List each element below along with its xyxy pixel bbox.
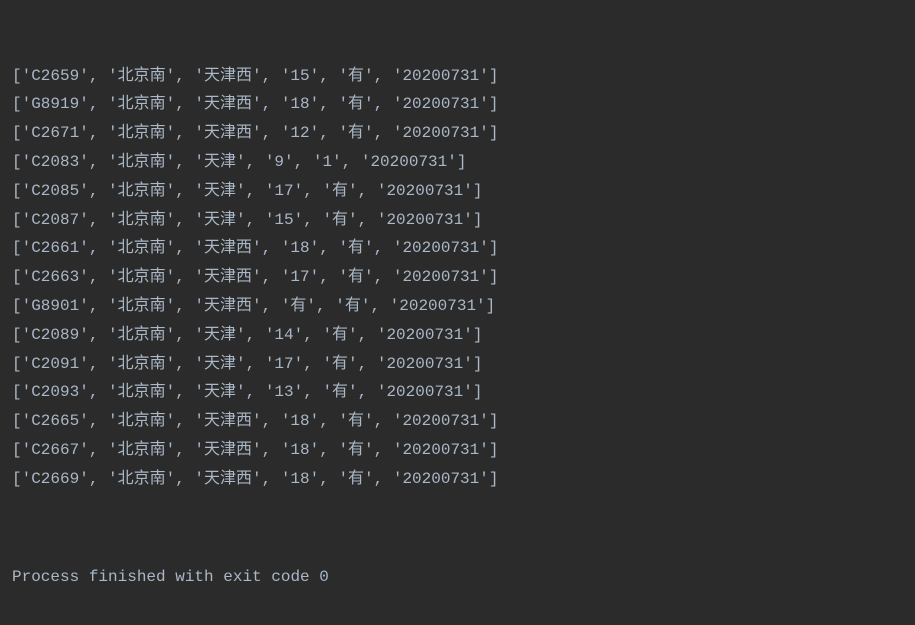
- output-lines-container: ['C2659', '北京南', '天津西', '15', '有', '2020…: [12, 62, 903, 494]
- output-line: ['C2671', '北京南', '天津西', '12', '有', '2020…: [12, 119, 903, 148]
- output-line: ['C2659', '北京南', '天津西', '15', '有', '2020…: [12, 62, 903, 91]
- exit-message: Process finished with exit code 0: [12, 563, 903, 592]
- output-line: ['C2667', '北京南', '天津西', '18', '有', '2020…: [12, 436, 903, 465]
- output-line: ['C2661', '北京南', '天津西', '18', '有', '2020…: [12, 234, 903, 263]
- output-line: ['C2663', '北京南', '天津西', '17', '有', '2020…: [12, 263, 903, 292]
- output-line: ['C2089', '北京南', '天津', '14', '有', '20200…: [12, 321, 903, 350]
- output-line: ['C2091', '北京南', '天津', '17', '有', '20200…: [12, 350, 903, 379]
- output-line: ['C2085', '北京南', '天津', '17', '有', '20200…: [12, 177, 903, 206]
- output-line: ['C2087', '北京南', '天津', '15', '有', '20200…: [12, 206, 903, 235]
- console-output: ['C2659', '北京南', '天津西', '15', '有', '2020…: [0, 0, 915, 625]
- output-line: ['G8901', '北京南', '天津西', '有', '有', '20200…: [12, 292, 903, 321]
- output-line: ['C2093', '北京南', '天津', '13', '有', '20200…: [12, 378, 903, 407]
- output-line: ['C2669', '北京南', '天津西', '18', '有', '2020…: [12, 465, 903, 494]
- output-line: ['C2083', '北京南', '天津', '9', '1', '202007…: [12, 148, 903, 177]
- output-line: ['G8919', '北京南', '天津西', '18', '有', '2020…: [12, 90, 903, 119]
- output-line: ['C2665', '北京南', '天津西', '18', '有', '2020…: [12, 407, 903, 436]
